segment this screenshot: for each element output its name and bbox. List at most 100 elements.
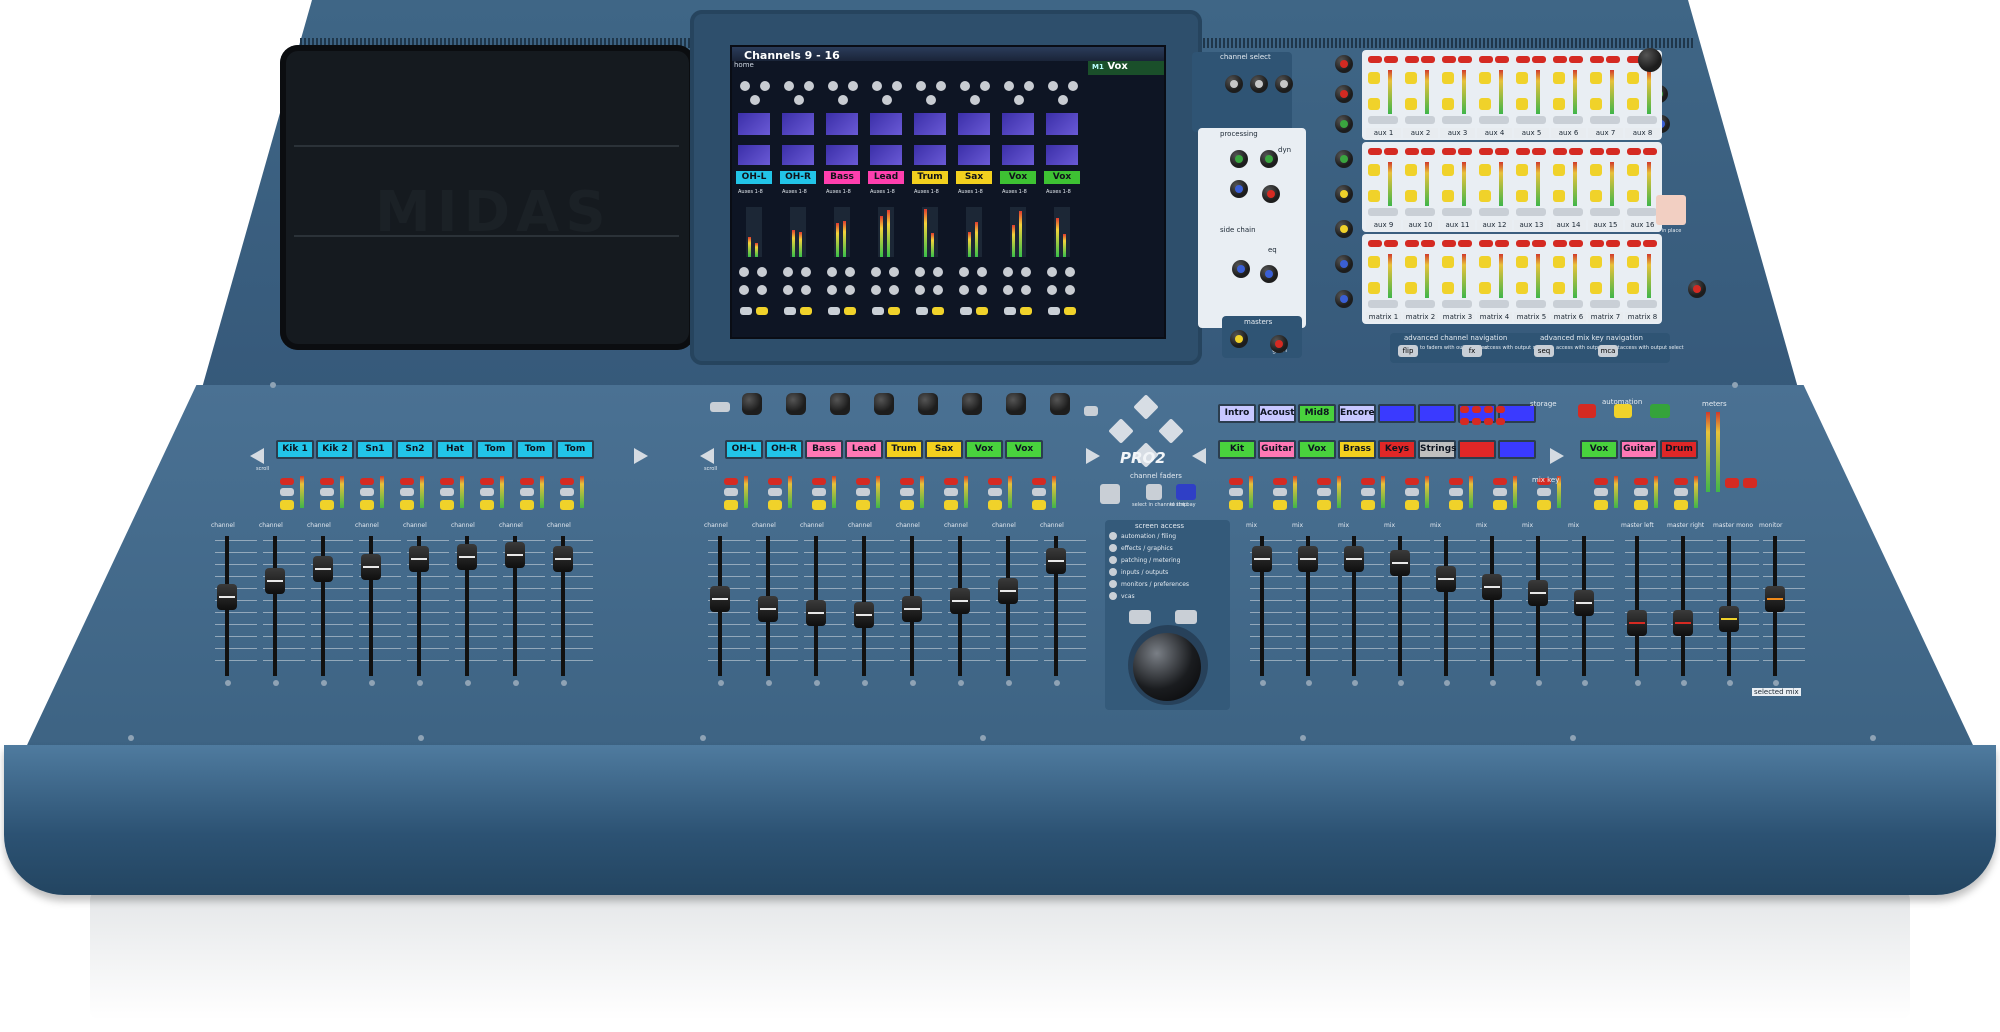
- screen-strip-knob[interactable]: [794, 95, 804, 105]
- aux-select-button[interactable]: [1516, 282, 1528, 294]
- aux-mute-button[interactable]: [1405, 240, 1419, 247]
- screen-send-knob[interactable]: [845, 267, 855, 277]
- aux-select-button[interactable]: [1442, 190, 1454, 202]
- scene-small-button[interactable]: [1472, 406, 1481, 413]
- aux-select-button[interactable]: [1405, 190, 1417, 202]
- aux-solo-button[interactable]: [1421, 240, 1435, 247]
- aux-button[interactable]: [1368, 208, 1398, 216]
- screen-send-knob[interactable]: [1003, 285, 1013, 295]
- aux-button[interactable]: [1590, 116, 1620, 124]
- screen-strip-knob[interactable]: [740, 81, 750, 91]
- scene-lcd[interactable]: Acoust: [1258, 404, 1296, 423]
- center-bank-lcd[interactable]: OH-L: [725, 440, 763, 459]
- aux-select-button[interactable]: [1516, 98, 1528, 110]
- aux-button[interactable]: [1590, 208, 1620, 216]
- aux-solo-button[interactable]: [1458, 56, 1472, 63]
- aux-mute-button[interactable]: [1405, 148, 1419, 155]
- scene-lcd[interactable]: Intro: [1218, 404, 1256, 423]
- right-bank-lcd[interactable]: Keys: [1378, 440, 1416, 459]
- rotary-knob[interactable]: [1232, 260, 1250, 278]
- left-bank-lcd[interactable]: Tom: [516, 440, 554, 459]
- solo-button[interactable]: [988, 488, 1002, 496]
- scroll-left-button[interactable]: [700, 448, 714, 464]
- aux-solo-button[interactable]: [1421, 56, 1435, 63]
- screen-strip-knob[interactable]: [926, 95, 936, 105]
- aux-button[interactable]: [1368, 116, 1398, 124]
- select-button[interactable]: [400, 500, 414, 510]
- screen-send-knob[interactable]: [1047, 285, 1057, 295]
- select-button[interactable]: [988, 500, 1002, 510]
- touch-screen[interactable]: Channels 9 - 16 home M1 Vox OH-LAuxes 1-…: [730, 45, 1166, 339]
- aux-mute-button[interactable]: [1368, 148, 1382, 155]
- aux-select-button[interactable]: [1368, 256, 1380, 268]
- solo-button[interactable]: [1674, 488, 1688, 496]
- scene-small-button[interactable]: [1460, 406, 1469, 413]
- screen-strip-knob[interactable]: [784, 81, 794, 91]
- screen-send-knob[interactable]: [1003, 267, 1013, 277]
- dyn-thumbnail[interactable]: [782, 145, 814, 165]
- select-button[interactable]: [1229, 500, 1243, 510]
- screen-send-knob[interactable]: [783, 285, 793, 295]
- aux-select-button[interactable]: [1553, 72, 1565, 84]
- dyn-thumbnail[interactable]: [738, 145, 770, 165]
- aux-solo-button[interactable]: [1606, 240, 1620, 247]
- screen-strip[interactable]: LeadAuxes 1-8: [868, 67, 904, 332]
- aux-mute-button[interactable]: [1553, 148, 1567, 155]
- select-button[interactable]: [856, 500, 870, 510]
- rotary-knob[interactable]: [1335, 255, 1353, 273]
- aux-mute-button[interactable]: [1590, 56, 1604, 63]
- aux-select-button[interactable]: [1405, 282, 1417, 294]
- mute-button[interactable]: [1405, 478, 1419, 485]
- master-lcd[interactable]: Vox: [1580, 440, 1618, 459]
- aux-mute-button[interactable]: [1516, 148, 1530, 155]
- fader-cap[interactable]: [1482, 574, 1502, 600]
- select-button[interactable]: [1594, 500, 1608, 510]
- fader-cap[interactable]: [1046, 548, 1066, 574]
- fader-cap[interactable]: [409, 546, 429, 572]
- solo-button[interactable]: [1229, 488, 1243, 496]
- eq-thumbnail[interactable]: [914, 113, 946, 135]
- rotary-knob[interactable]: [1335, 220, 1353, 238]
- aux-select-button[interactable]: [1405, 98, 1417, 110]
- channel-top-knob[interactable]: [786, 393, 806, 415]
- select-button[interactable]: [768, 500, 782, 510]
- aux-button[interactable]: [1479, 116, 1509, 124]
- screen-strip-knob[interactable]: [936, 81, 946, 91]
- mute-button[interactable]: [1674, 478, 1688, 485]
- screen-strip-knob[interactable]: [804, 81, 814, 91]
- aux-solo-button[interactable]: [1606, 56, 1620, 63]
- screen-strip-knob[interactable]: [1048, 81, 1058, 91]
- fader-cap[interactable]: [902, 596, 922, 622]
- screen-strip-knob[interactable]: [1068, 81, 1078, 91]
- eq-thumbnail[interactable]: [870, 113, 902, 135]
- mute-button[interactable]: [1449, 478, 1463, 485]
- rotary-knob[interactable]: [1250, 75, 1268, 93]
- master-solo-button[interactable]: [1743, 478, 1757, 488]
- aux-solo-button[interactable]: [1569, 240, 1583, 247]
- screen-send-knob[interactable]: [1021, 285, 1031, 295]
- left-bank-lcd[interactable]: Tom: [476, 440, 514, 459]
- screen-strip-button[interactable]: [932, 307, 944, 315]
- screen-strip-knob[interactable]: [980, 81, 990, 91]
- select-button[interactable]: [1634, 500, 1648, 510]
- screen-strip-button[interactable]: [800, 307, 812, 315]
- eq-thumbnail[interactable]: [826, 113, 858, 135]
- aux-select-button[interactable]: [1516, 164, 1528, 176]
- fader-cap[interactable]: [1719, 606, 1739, 632]
- aux-solo-button[interactable]: [1643, 240, 1657, 247]
- center-bank-lcd[interactable]: Sax: [925, 440, 963, 459]
- aux-solo-button[interactable]: [1384, 56, 1398, 63]
- right-bank-lcd[interactable]: Guitar: [1258, 440, 1296, 459]
- top-right-knob[interactable]: [1638, 48, 1662, 72]
- channel-fader-button-3[interactable]: [1176, 484, 1196, 500]
- screen-strip-knob[interactable]: [1024, 81, 1034, 91]
- aux-solo-button[interactable]: [1532, 148, 1546, 155]
- aux-mute-button[interactable]: [1405, 56, 1419, 63]
- rotary-knob[interactable]: [1335, 55, 1353, 73]
- aux-solo-button[interactable]: [1532, 56, 1546, 63]
- fader-cap[interactable]: [457, 544, 477, 570]
- channel-top-knob[interactable]: [742, 393, 762, 415]
- screen-send-knob[interactable]: [783, 267, 793, 277]
- solo-button[interactable]: [1361, 488, 1375, 496]
- screen-strip[interactable]: VoxAuxes 1-8: [1000, 67, 1036, 332]
